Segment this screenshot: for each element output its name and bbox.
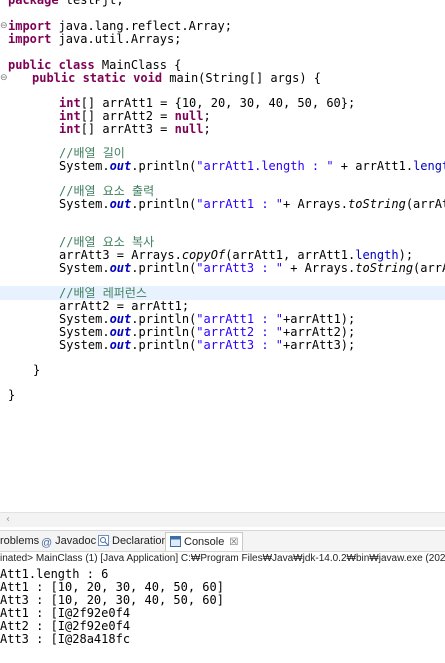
- code-editor[interactable]: package testPjt; ⊖ import java.lang.refl…: [0, 0, 445, 512]
- declaration-icon: [98, 535, 109, 546]
- code-line: System.out.println("arrAtt3 : " + Arrays…: [59, 261, 445, 275]
- console-line: Att3 : [I@28a418fc: [0, 632, 131, 646]
- tab-problems[interactable]: roblems: [0, 533, 39, 549]
- console-output[interactable]: inated> MainClass (1) [Java Application]…: [0, 552, 445, 663]
- console-status: inated> MainClass (1) [Java Application]…: [0, 553, 445, 564]
- horizontal-scrollbar[interactable]: ‹: [0, 512, 445, 527]
- fold-marker-icon[interactable]: ⊖: [0, 73, 8, 83]
- code-line: int[] arrAtt3 = null;: [59, 122, 211, 136]
- import-line: import java.util.Arrays;: [8, 32, 182, 46]
- code-line: System.out.println("arrAtt3 : "+arrAtt3)…: [59, 338, 356, 352]
- method-closing-brace: }: [33, 363, 41, 377]
- main-method-declaration: public static void main(String[] args) {: [32, 71, 321, 85]
- class-closing-brace: }: [8, 388, 16, 402]
- package-line: package testPjt;: [8, 0, 124, 7]
- javadoc-icon: @: [41, 537, 53, 549]
- code-line: System.out.println("arrAtt1.length : " +…: [59, 159, 445, 173]
- tab-console[interactable]: Console ☒: [165, 532, 244, 551]
- code-line: System.out.println("arrAtt1 : "+ Arrays.…: [59, 197, 445, 211]
- scroll-left-icon[interactable]: ‹: [6, 513, 10, 527]
- tab-javadoc[interactable]: @ Javadoc: [41, 533, 96, 549]
- fold-marker-icon[interactable]: ⊖: [0, 21, 8, 31]
- tab-declaration[interactable]: Declaration: [98, 533, 168, 549]
- close-icon[interactable]: ☒: [229, 537, 238, 548]
- console-icon: [170, 535, 181, 547]
- bottom-view-tabs: roblems @ Javadoc Declaration Console ☒: [0, 530, 445, 552]
